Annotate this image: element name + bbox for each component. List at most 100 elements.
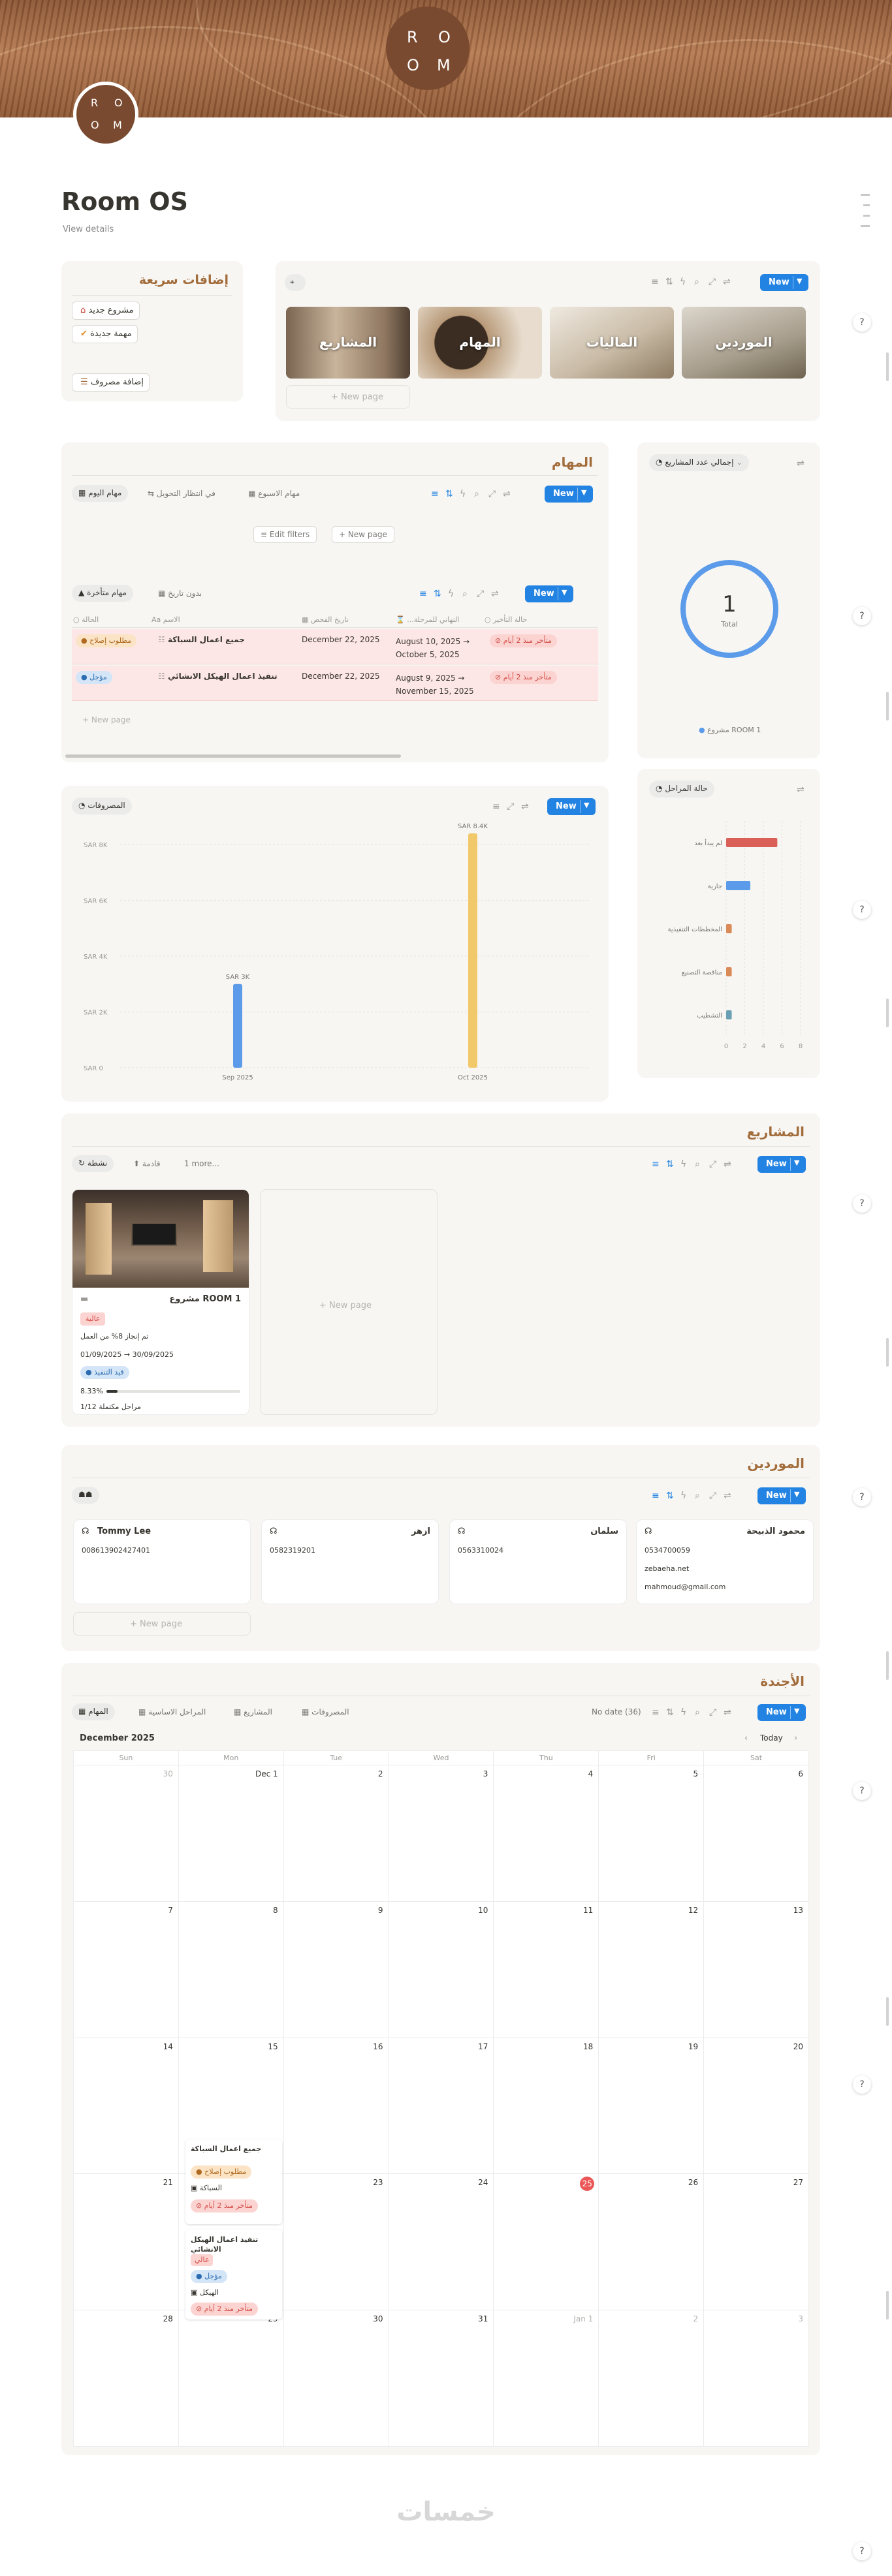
chevron-down-icon[interactable]: ▼ [581, 488, 586, 497]
status-badge[interactable]: ● مطلوب إصلاح [76, 634, 137, 647]
settings-icon[interactable]: ⇌ [724, 1707, 731, 1718]
calendar-event[interactable]: تنفيذ اعمال الهيكل الانشائي عالي ● مؤجل … [185, 2229, 282, 2320]
view-details-link[interactable]: View details [63, 225, 114, 234]
sort-icon[interactable]: ⇅ [666, 1159, 674, 1170]
filter-icon[interactable]: ≡ [431, 489, 439, 499]
new-button[interactable]: New ▼ [757, 1156, 806, 1173]
toc-marker[interactable] [863, 204, 870, 206]
edit-filters-button[interactable]: ≡ Edit filters [253, 526, 317, 543]
filter-icon[interactable]: ≡ [652, 1707, 660, 1718]
calendar-day-cell[interactable]: 4 [494, 1765, 599, 1902]
calendar-day-cell[interactable]: 18 [494, 2038, 599, 2175]
calendar-day-cell[interactable]: 28 [74, 2310, 179, 2447]
calendar-day-cell[interactable]: 2 [599, 2310, 705, 2447]
filter-icon[interactable]: ≡ [652, 1491, 660, 1501]
search-icon[interactable]: ⌕ [462, 589, 468, 599]
calendar-day-cell[interactable]: 19 [599, 2038, 705, 2175]
expand-icon[interactable]: ⤢ [709, 277, 716, 287]
chevron-down-icon[interactable]: ▼ [797, 277, 802, 285]
calendar-day-cell[interactable]: 27 [704, 2174, 809, 2311]
calendar-day-cell[interactable]: 11 [494, 1901, 599, 2038]
lightning-icon[interactable]: ϟ [680, 1491, 686, 1501]
lightning-icon[interactable]: ϟ [680, 277, 686, 287]
tab-tasks[interactable]: ▦ المهام [72, 1703, 115, 1720]
projects-total-pill[interactable]: ◔ إجمالي عدد المشاريع ⌄ [649, 454, 750, 471]
sort-icon[interactable]: ⇅ [665, 277, 673, 287]
calendar-day-cell[interactable]: 24 [389, 2174, 494, 2311]
calendar-day-cell[interactable]: 21 [74, 2174, 179, 2311]
supplier-website[interactable]: zebaeha.net [645, 1564, 689, 1573]
sort-icon[interactable]: ⇅ [666, 1707, 674, 1718]
tab-overdue-tasks[interactable]: ▲ مهام متأخرة [72, 585, 133, 602]
chevron-down-icon[interactable]: ▼ [562, 588, 567, 597]
calendar-day-cell[interactable]: 30 [74, 1765, 179, 1902]
tab-today-tasks[interactable]: ▦ مهام اليوم [72, 485, 129, 502]
calendar-day-cell[interactable]: Jan 1 [494, 2310, 599, 2447]
tab-no-date[interactable]: ▦ بدون تاريخ [158, 589, 202, 598]
scroll-marker[interactable] [886, 692, 889, 721]
calendar-day-cell[interactable]: 16 [283, 2038, 389, 2175]
help-icon[interactable]: ? [853, 1782, 871, 1800]
settings-icon[interactable]: ⇌ [503, 489, 511, 499]
calendar-day-cell[interactable]: 2 [283, 1765, 389, 1902]
scroll-marker[interactable] [886, 1651, 889, 1680]
new-task-button[interactable]: ✔ مهمة جديدة [72, 325, 138, 343]
calendar-day-cell[interactable]: 8 [178, 1901, 284, 2038]
calendar-day-cell[interactable]: 25 [494, 2174, 599, 2311]
lightning-icon[interactable]: ϟ [460, 489, 466, 499]
tab-expenses[interactable]: ▦ المصروفات [302, 1707, 349, 1716]
supplier-email[interactable]: mahmoud@gmail.com [645, 1583, 725, 1591]
horizontal-scrollbar[interactable] [65, 754, 401, 758]
help-icon[interactable]: ? [853, 2075, 871, 2094]
calendar-day-cell[interactable]: 29 [178, 2310, 284, 2447]
filter-icon[interactable]: ≡ [419, 589, 427, 599]
calendar-day-cell[interactable]: 17 [389, 2038, 494, 2175]
help-icon[interactable]: ? [853, 2542, 871, 2560]
calendar-day-cell[interactable]: 3 [389, 1765, 494, 1902]
calendar-day-cell[interactable]: 6 [704, 1765, 809, 1902]
expand-icon[interactable]: ⤢ [709, 1491, 716, 1501]
new-button[interactable]: New ▼ [757, 1487, 806, 1504]
calendar-day-cell[interactable]: 7 [74, 1901, 179, 2038]
toc-marker[interactable] [861, 194, 870, 196]
lightning-icon[interactable]: ϟ [448, 589, 454, 599]
settings-icon[interactable]: ⇌ [724, 1491, 731, 1501]
new-page-row[interactable]: + New page [82, 715, 131, 724]
calendar-day-cell[interactable]: 5 [599, 1765, 705, 1902]
chevron-down-icon[interactable]: ▼ [794, 1490, 799, 1498]
toc-marker[interactable] [863, 215, 870, 217]
calendar-day-cell[interactable]: 20 [704, 2038, 809, 2175]
filter-icon[interactable]: ≡ [652, 1159, 660, 1170]
help-icon[interactable]: ? [853, 313, 871, 332]
supplier-card[interactable]: ☊ محمود الذبيحة 0534700059 zebaeha.net m… [636, 1519, 814, 1604]
filter-icon[interactable]: ≡ [651, 277, 659, 287]
gallery-view-button[interactable]: ⌖ [285, 274, 306, 291]
new-page-card[interactable]: + New page [260, 1189, 438, 1415]
tab-week-tasks[interactable]: ▦ مهام الاسبوع [248, 489, 300, 498]
new-page-button[interactable]: + New page [332, 526, 394, 543]
scroll-marker[interactable] [886, 2291, 889, 2320]
project-card[interactable]: مشروع ROOM 1 ▬ عالية تم إنجاز 8% من العم… [72, 1189, 249, 1415]
scroll-marker[interactable] [886, 1338, 889, 1367]
new-button[interactable]: New ▼ [757, 1704, 806, 1721]
project-name[interactable]: مشروع ROOM 1 [170, 1294, 241, 1304]
settings-icon[interactable]: ⇌ [797, 458, 804, 469]
column-header[interactable]: ⌛ ...التهاني للمرحلة [396, 615, 459, 624]
sort-icon[interactable]: ⇅ [445, 489, 453, 499]
expand-icon[interactable]: ⤢ [709, 1707, 716, 1718]
chevron-down-icon[interactable]: ▼ [794, 1707, 799, 1715]
chevron-down-icon[interactable]: ▼ [794, 1158, 799, 1167]
tab-awaiting-transfer[interactable]: ⇆ في انتظار التحويل [148, 489, 215, 498]
help-icon[interactable]: ? [853, 901, 871, 919]
add-expense-button[interactable]: ☰ إضافة مصروف [72, 373, 150, 392]
search-icon[interactable]: ⌕ [694, 277, 699, 287]
column-header[interactable]: ○ الحالة [73, 615, 99, 624]
search-icon[interactable]: ⌕ [695, 1491, 700, 1501]
column-header[interactable]: ▦ تاريخ الفحص [302, 615, 349, 624]
expand-icon[interactable]: ⤢ [488, 489, 496, 499]
new-project-button[interactable]: ⌂ مشروع جديد [72, 302, 140, 320]
expand-icon[interactable]: ⤢ [477, 589, 484, 599]
new-button[interactable]: New ▼ [545, 486, 593, 503]
settings-icon[interactable]: ⇌ [723, 277, 731, 287]
task-name[interactable]: ☷ جميع اعمال السباكة [158, 635, 245, 644]
